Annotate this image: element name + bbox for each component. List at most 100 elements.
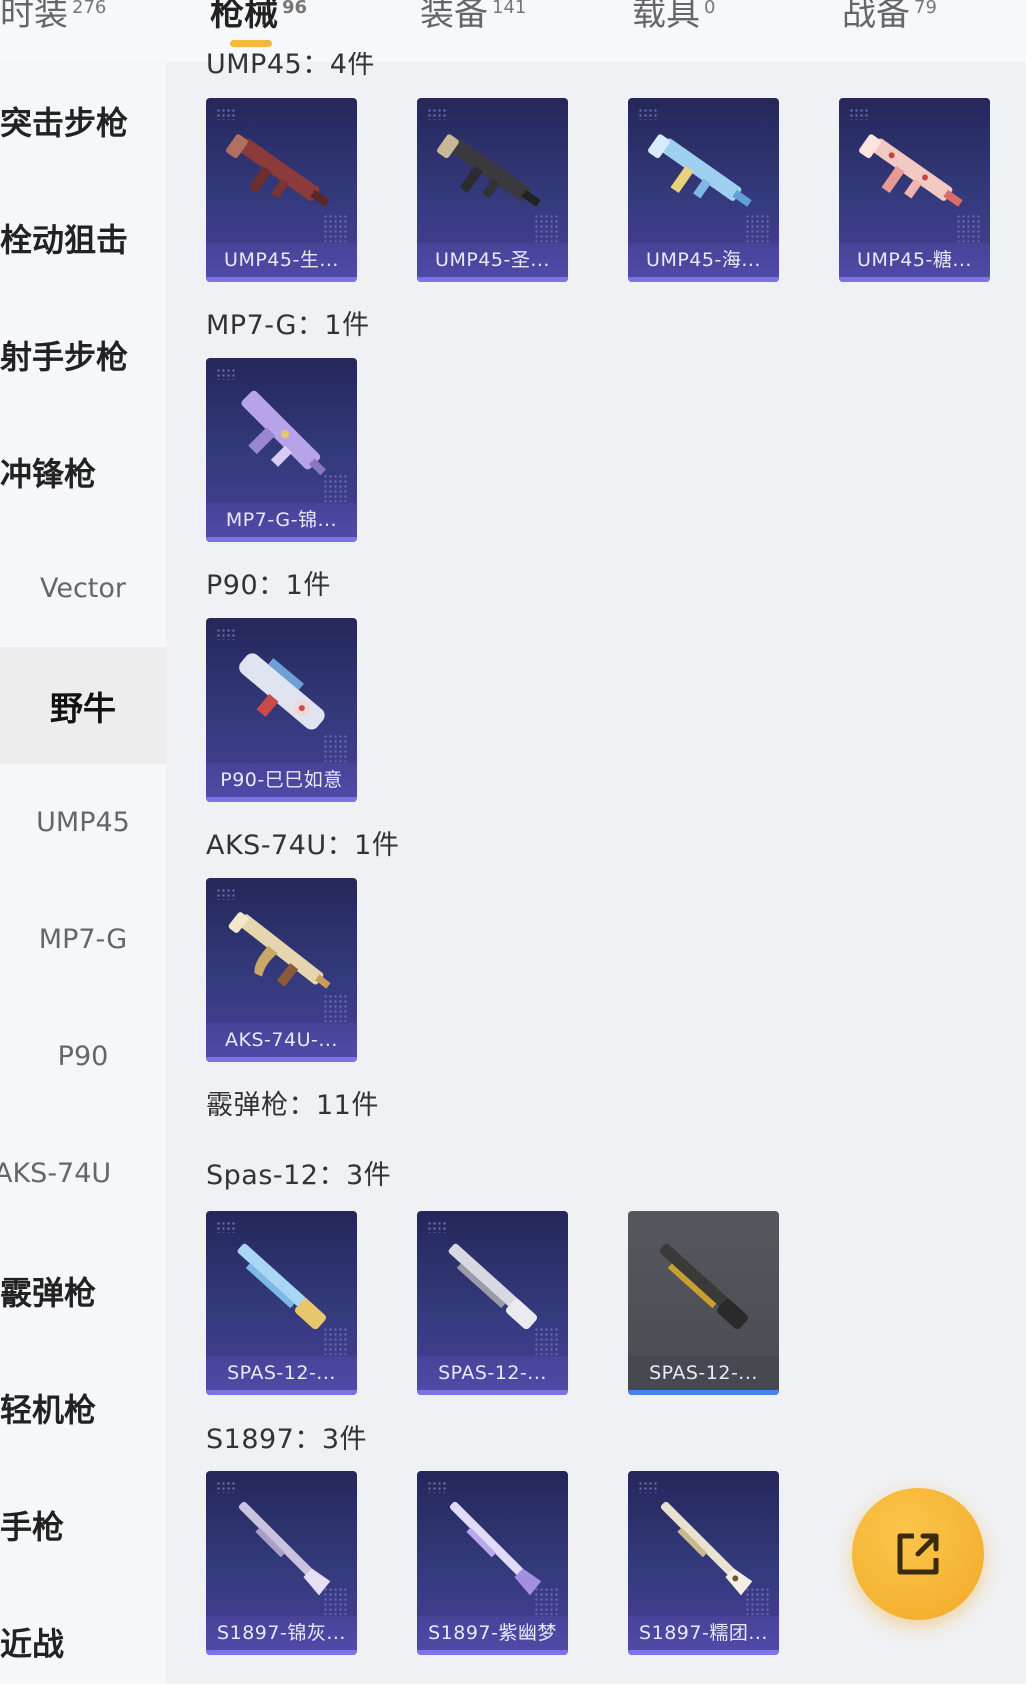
rarity-bar bbox=[417, 1650, 568, 1655]
smg-icon bbox=[239, 653, 325, 730]
tab-label: 装备 bbox=[420, 0, 488, 34]
sidebar-item-label: 野牛 bbox=[50, 688, 116, 728]
tab-label: 战备 bbox=[842, 0, 910, 34]
skin-name: MP7-G-锦... bbox=[206, 503, 357, 537]
shotgun-icon bbox=[238, 1501, 331, 1596]
rarity-bar bbox=[206, 1650, 357, 1655]
skin-card[interactable]: UMP45-生... bbox=[206, 98, 357, 282]
tab-count: 79 bbox=[914, 0, 937, 18]
share-button[interactable] bbox=[852, 1488, 984, 1620]
share-external-icon bbox=[897, 1533, 939, 1575]
group-title-shotgun: 霰弹枪：11件 bbox=[206, 1090, 379, 1121]
skin-name: SPAS-12-... bbox=[628, 1356, 779, 1390]
active-tab-indicator bbox=[230, 40, 272, 47]
sidebar-item-label: 栓动狙击 bbox=[0, 220, 129, 259]
rarity-bar bbox=[206, 1390, 357, 1395]
sidebar-item-label: 霰弹枪 bbox=[0, 1273, 97, 1312]
group-title-mp7g: MP7-G：1件 bbox=[206, 310, 370, 341]
sidebar-item-label: AKS-74U bbox=[0, 1158, 112, 1189]
skin-card[interactable]: UMP45-海... bbox=[628, 98, 779, 282]
sidebar-item-smg[interactable]: 冲锋枪 bbox=[0, 413, 166, 530]
rarity-bar bbox=[417, 1390, 568, 1395]
sidebar-item-assault-rifle[interactable]: 突击步枪 bbox=[0, 62, 166, 179]
sidebar-item-label: 射手步枪 bbox=[0, 337, 129, 376]
weapon-category-sidebar: 突击步枪 栓动狙击 射手步枪 冲锋枪 Vector 野牛 UMP45 MP7-G… bbox=[0, 62, 166, 1699]
skin-name: AKS-74U-... bbox=[206, 1023, 357, 1057]
tab-label: 载具 bbox=[632, 0, 700, 34]
rarity-bar bbox=[839, 277, 990, 282]
rarity-bar bbox=[206, 277, 357, 282]
tab-count: 141 bbox=[492, 0, 527, 18]
rarity-bar bbox=[206, 797, 357, 802]
smg-icon bbox=[241, 390, 327, 476]
sidebar-item-shotgun[interactable]: 霰弹枪 bbox=[0, 1232, 166, 1349]
rarity-bar bbox=[206, 1057, 357, 1062]
skin-card[interactable]: UMP45-糖... bbox=[839, 98, 990, 282]
sidebar-item-label: 手枪 bbox=[0, 1507, 65, 1546]
skin-card[interactable]: S1897-糯团... bbox=[628, 1471, 779, 1655]
sidebar-item-label: Vector bbox=[39, 573, 127, 604]
sidebar-item-p90[interactable]: P90 bbox=[0, 998, 166, 1115]
group-title-aks74u: AKS-74U：1件 bbox=[206, 830, 400, 861]
group-title-p90: P90：1件 bbox=[206, 570, 331, 601]
tab-supplies[interactable]: 战备 79 bbox=[842, 0, 937, 35]
smg-icon bbox=[648, 134, 752, 207]
skin-card[interactable]: SPAS-12-... bbox=[417, 1211, 568, 1395]
skin-card[interactable]: S1897-锦灰... bbox=[206, 1471, 357, 1655]
skin-card[interactable]: SPAS-12-... bbox=[206, 1211, 357, 1395]
sidebar-item-label: P90 bbox=[57, 1041, 109, 1072]
rarity-bar bbox=[628, 1390, 779, 1395]
sidebar-item-pistol[interactable]: 手枪 bbox=[0, 1466, 166, 1583]
skin-card[interactable]: P90-巳巳如意 bbox=[206, 618, 357, 802]
rarity-bar bbox=[417, 277, 568, 282]
tab-count: 96 bbox=[282, 0, 308, 18]
shotgun-icon bbox=[237, 1243, 327, 1330]
tab-firearms[interactable]: 枪械 96 bbox=[210, 0, 307, 35]
tab-vehicles[interactable]: 载具 0 bbox=[632, 0, 715, 35]
sidebar-item-label: UMP45 bbox=[36, 807, 130, 838]
category-tabs: 时装 276 枪械 96 装备 141 载具 0 战备 79 bbox=[0, 0, 1033, 62]
sidebar-item-ump45[interactable]: UMP45 bbox=[0, 764, 166, 881]
skin-name: S1897-糯团... bbox=[628, 1616, 779, 1650]
tab-fashion[interactable]: 时装 276 bbox=[0, 0, 106, 35]
sidebar-item-melee[interactable]: 近战 bbox=[0, 1583, 166, 1699]
tab-count: 276 bbox=[72, 0, 107, 18]
smg-icon bbox=[226, 134, 330, 207]
skin-card[interactable]: S1897-紫幽梦 bbox=[417, 1471, 568, 1655]
tab-count: 0 bbox=[704, 0, 716, 18]
smg-icon bbox=[859, 134, 963, 207]
sidebar-item-mp7g[interactable]: MP7-G bbox=[0, 881, 166, 998]
sidebar-item-label: 冲锋枪 bbox=[0, 454, 97, 493]
shotgun-icon bbox=[449, 1501, 542, 1596]
sidebar-item-label: 近战 bbox=[0, 1624, 65, 1663]
skin-card[interactable]: SPAS-12-... bbox=[628, 1211, 779, 1395]
sidebar-item-lmg[interactable]: 轻机枪 bbox=[0, 1349, 166, 1466]
sidebar-item-aks74u[interactable]: AKS-74U bbox=[0, 1115, 160, 1232]
rarity-bar bbox=[628, 1650, 779, 1655]
sidebar-item-marksman-rifle[interactable]: 射手步枪 bbox=[0, 296, 166, 413]
skin-name: UMP45-生... bbox=[206, 243, 357, 277]
rifle-icon bbox=[228, 912, 331, 989]
tab-label: 枪械 bbox=[210, 0, 278, 34]
screen-edge bbox=[1026, 0, 1033, 1699]
tab-label: 时装 bbox=[0, 0, 68, 34]
skin-name: UMP45-糖... bbox=[839, 243, 990, 277]
skin-name: S1897-紫幽梦 bbox=[417, 1616, 568, 1650]
sidebar-item-label: 轻机枪 bbox=[0, 1390, 97, 1429]
skin-name: SPAS-12-... bbox=[206, 1356, 357, 1390]
sidebar-item-bizon[interactable]: 野牛 bbox=[0, 647, 166, 764]
skin-name: UMP45-圣... bbox=[417, 243, 568, 277]
screen-bottom-edge bbox=[0, 1684, 1033, 1699]
tab-equipment[interactable]: 装备 141 bbox=[420, 0, 526, 35]
skin-card[interactable]: AKS-74U-... bbox=[206, 878, 357, 1062]
sidebar-item-label: 突击步枪 bbox=[0, 103, 129, 142]
rarity-bar bbox=[628, 277, 779, 282]
skin-card[interactable]: MP7-G-锦... bbox=[206, 358, 357, 542]
skin-card[interactable]: UMP45-圣... bbox=[417, 98, 568, 282]
shotgun-icon bbox=[448, 1243, 538, 1330]
group-title-s1897: S1897：3件 bbox=[206, 1424, 368, 1455]
shotgun-icon bbox=[660, 1501, 753, 1596]
sidebar-item-bolt-sniper[interactable]: 栓动狙击 bbox=[0, 179, 166, 296]
skin-name: S1897-锦灰... bbox=[206, 1616, 357, 1650]
sidebar-item-vector[interactable]: Vector bbox=[0, 530, 166, 647]
